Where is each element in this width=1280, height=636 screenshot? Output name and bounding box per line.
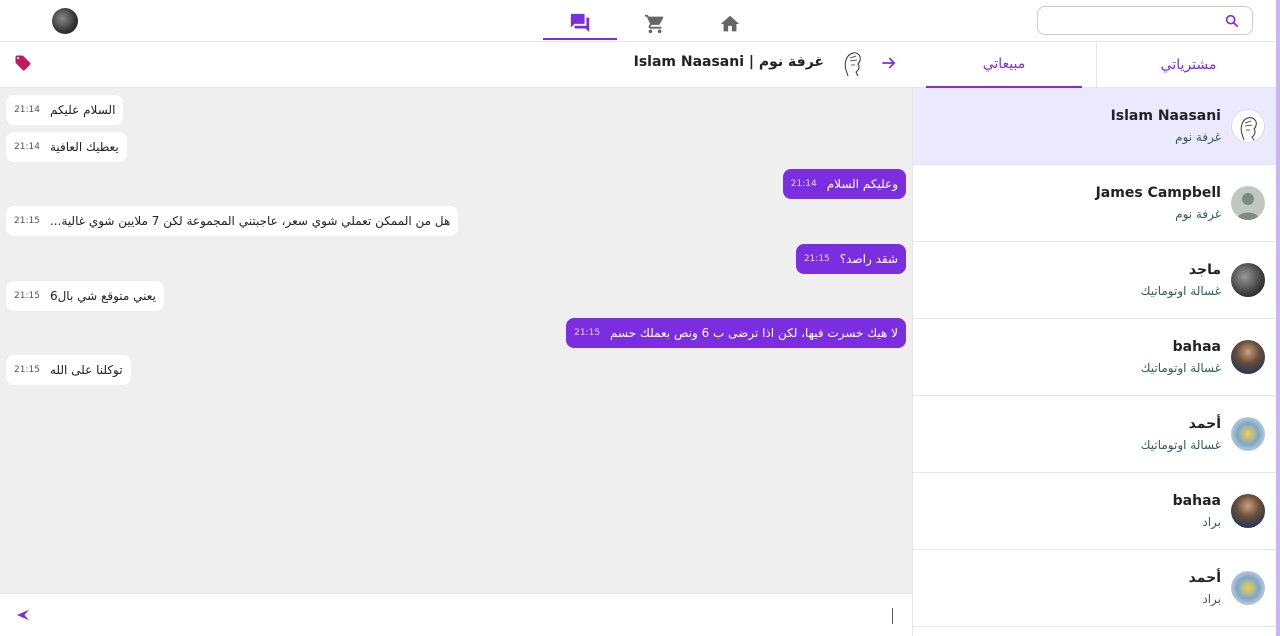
- message-input[interactable]: [50, 602, 894, 628]
- avatar: [1231, 494, 1265, 528]
- tag-icon[interactable]: [14, 54, 32, 72]
- message-time: 21:15: [14, 216, 40, 226]
- top-bar: [0, 0, 1280, 42]
- conversation-item-title: غرفة نوم: [1175, 130, 1221, 144]
- message-text: السلام عليكم: [49, 103, 116, 117]
- message-bubble: السلام عليكم 21:14: [6, 95, 124, 125]
- conversation-item[interactable]: ماجد غسالة اوتوماتيك: [913, 242, 1276, 319]
- message-bubble: وعليكم السلام 21:14: [782, 169, 906, 199]
- message-text: يعني متوقع شي بال6: [49, 289, 156, 303]
- message-bubble: لا هيك خسرت فيها، لكن اذا ترضى ب 6 ونص ب…: [566, 318, 906, 348]
- conversation-item[interactable]: أحمد غسالة اوتوماتيك: [913, 396, 1276, 473]
- message-bubble: يعني متوقع شي بال6 21:15: [6, 281, 164, 311]
- home-icon: [720, 15, 740, 32]
- conversation-item[interactable]: bahaa براد: [913, 473, 1276, 550]
- conversation-item-title: براد: [1202, 592, 1221, 606]
- scrollbar[interactable]: [1276, 0, 1280, 636]
- conversation-item-title: غرفة نوم: [1175, 207, 1221, 221]
- avatar: [1231, 417, 1265, 451]
- user-avatar[interactable]: [52, 8, 78, 34]
- chat-title: Islam Naasani | غرفة نوم: [633, 54, 824, 70]
- tabs: مبيعاتي مشترياتي: [912, 42, 1280, 88]
- conversation-list: Islam Naasani غرفة نوم James Campbell غر…: [912, 88, 1276, 636]
- message-text: وعليكم السلام: [826, 177, 898, 191]
- message-bubble: توكلنا على الله 21:15: [6, 355, 131, 385]
- message-bubble: هل من الممكن تعملي شوي سعر، عاجبتني المج…: [6, 206, 459, 236]
- nav-cart-button[interactable]: [618, 8, 692, 40]
- contact-avatar: [844, 52, 861, 77]
- conversation-item-title: براد: [1202, 515, 1221, 529]
- cart-icon: [644, 14, 664, 34]
- message-text: توكلنا على الله: [49, 363, 123, 377]
- search-box[interactable]: [1037, 6, 1253, 35]
- conversation-item[interactable]: أحمد براد: [913, 550, 1276, 627]
- avatar: [1231, 571, 1265, 605]
- chat-messages: السلام عليكم 21:14 يعطيك العافية 21:14 و…: [0, 88, 912, 593]
- conversation-name: Islam Naasani: [1110, 108, 1221, 124]
- back-arrow-icon[interactable]: [880, 54, 898, 72]
- tab-purchases[interactable]: مشترياتي: [1096, 42, 1280, 88]
- message-time: 21:14: [790, 179, 817, 189]
- avatar: [1231, 340, 1265, 374]
- conversation-name: أحمد: [1188, 416, 1221, 432]
- conversation-name: أحمد: [1188, 570, 1221, 586]
- avatar: [1231, 186, 1265, 220]
- message-time: 21:14: [14, 142, 40, 152]
- search-icon[interactable]: [1224, 13, 1240, 29]
- conversation-item-title: غسالة اوتوماتيك: [1140, 361, 1221, 375]
- message-bubble: يعطيك العافية 21:14: [6, 132, 127, 162]
- message-time: 21:15: [803, 254, 830, 264]
- conversation-item-title: غسالة اوتوماتيك: [1140, 438, 1221, 452]
- message-text: هل من الممكن تعملي شوي سعر، عاجبتني المج…: [49, 214, 451, 228]
- message-text: شقد راصد؟: [839, 252, 898, 266]
- nav-messages-button[interactable]: [543, 8, 617, 40]
- conversation-name: James Campbell: [1095, 185, 1221, 201]
- chat-header: Islam Naasani | غرفة نوم: [0, 42, 912, 88]
- message-time: 21:15: [14, 365, 40, 375]
- tab-sales[interactable]: مبيعاتي: [926, 42, 1082, 88]
- conversation-item-title: غسالة اوتوماتيك: [1140, 284, 1221, 298]
- message-text: يعطيك العافية: [49, 140, 119, 154]
- chat-icon: [570, 13, 590, 33]
- text-cursor: [892, 608, 893, 624]
- avatar: [1231, 263, 1265, 297]
- conversation-name: ماجد: [1188, 262, 1221, 278]
- send-icon[interactable]: [14, 606, 32, 624]
- avatar: [1231, 109, 1265, 143]
- message-time: 21:15: [14, 291, 40, 301]
- conversation-item[interactable]: Islam Naasani غرفة نوم: [913, 88, 1276, 165]
- message-text: لا هيك خسرت فيها، لكن اذا ترضى ب 6 ونص ب…: [610, 326, 898, 340]
- search-input[interactable]: [1046, 11, 1216, 31]
- message-time: 21:15: [574, 328, 601, 338]
- message-composer: [0, 593, 912, 636]
- message-bubble: شقد راصد؟ 21:15: [795, 244, 906, 274]
- conversation-item[interactable]: James Campbell غرفة نوم: [913, 165, 1276, 242]
- message-time: 21:14: [14, 105, 40, 115]
- conversation-name: bahaa: [1172, 493, 1221, 509]
- conversation-item[interactable]: bahaa غسالة اوتوماتيك: [913, 319, 1276, 396]
- nav-home-button[interactable]: [693, 8, 767, 40]
- conversation-name: bahaa: [1172, 339, 1221, 355]
